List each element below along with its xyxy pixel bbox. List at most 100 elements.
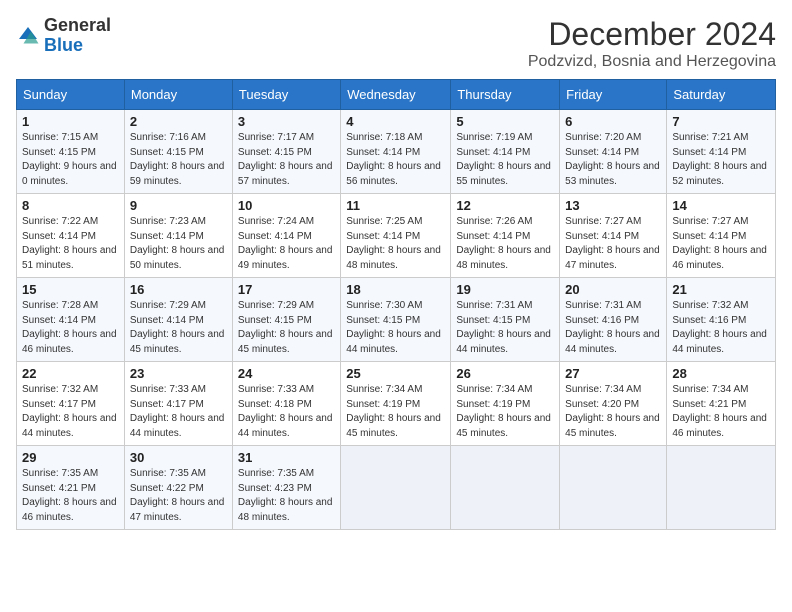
day-number: 11 (346, 198, 445, 213)
calendar-cell: 31 Sunrise: 7:35 AMSunset: 4:23 PMDayligh… (232, 446, 340, 530)
calendar-cell (451, 446, 560, 530)
calendar-week-row: 29Sunrise: 7:35 AMSunset: 4:21 PMDayligh… (17, 446, 776, 530)
calendar-cell: 26 Sunrise: 7:34 AMSunset: 4:19 PMDayligh… (451, 362, 560, 446)
calendar-cell: 3 Sunrise: 7:17 AMSunset: 4:15 PMDaylight… (232, 110, 340, 194)
day-number: 26 (456, 366, 554, 381)
day-number: 12 (456, 198, 554, 213)
day-info: Sunrise: 7:31 AMSunset: 4:15 PMDaylight:… (456, 299, 554, 357)
calendar-cell: 29Sunrise: 7:35 AMSunset: 4:21 PMDayligh… (17, 446, 125, 530)
calendar-cell: 9 Sunrise: 7:23 AMSunset: 4:14 PMDaylight… (124, 194, 232, 278)
day-number: 13 (565, 198, 661, 213)
day-number: 21 (672, 282, 770, 297)
weekday-header: Saturday (667, 80, 776, 110)
calendar-cell: 21 Sunrise: 7:32 AMSunset: 4:16 PMDayligh… (667, 278, 776, 362)
calendar-cell: 5Sunrise: 7:19 AMSunset: 4:14 PMDaylight… (451, 110, 560, 194)
day-number: 3 (238, 114, 335, 129)
calendar-cell (341, 446, 451, 530)
day-info: Sunrise: 7:29 AMSunset: 4:15 PMDaylight:… (238, 299, 335, 357)
calendar-table: SundayMondayTuesdayWednesdayThursdayFrid… (16, 79, 776, 530)
day-number: 30 (130, 450, 227, 465)
weekday-header: Thursday (451, 80, 560, 110)
day-number: 10 (238, 198, 335, 213)
day-info: Sunrise: 7:28 AMSunset: 4:14 PMDaylight:… (22, 299, 119, 357)
weekday-header: Monday (124, 80, 232, 110)
day-number: 22 (22, 366, 119, 381)
day-number: 23 (130, 366, 227, 381)
day-number: 18 (346, 282, 445, 297)
day-info: Sunrise: 7:35 AMSunset: 4:22 PMDaylight:… (130, 467, 227, 525)
calendar-cell: 22 Sunrise: 7:32 AMSunset: 4:17 PMDayligh… (17, 362, 125, 446)
calendar-cell: 17Sunrise: 7:29 AMSunset: 4:15 PMDayligh… (232, 278, 340, 362)
day-info: Sunrise: 7:26 AMSunset: 4:14 PMDaylight:… (456, 215, 554, 273)
day-info: Sunrise: 7:25 AMSunset: 4:14 PMDaylight:… (346, 215, 445, 273)
calendar-cell: 7 Sunrise: 7:21 AMSunset: 4:14 PMDaylight… (667, 110, 776, 194)
calendar-cell: 10 Sunrise: 7:24 AMSunset: 4:14 PMDayligh… (232, 194, 340, 278)
calendar-cell: 4Sunrise: 7:18 AMSunset: 4:14 PMDaylight… (341, 110, 451, 194)
day-info: Sunrise: 7:34 AMSunset: 4:20 PMDaylight:… (565, 383, 661, 441)
calendar-cell: 8Sunrise: 7:22 AMSunset: 4:14 PMDaylight… (17, 194, 125, 278)
day-number: 28 (672, 366, 770, 381)
calendar-cell (560, 446, 667, 530)
day-info: Sunrise: 7:18 AMSunset: 4:14 PMDaylight:… (346, 131, 445, 189)
weekday-header: Sunday (17, 80, 125, 110)
day-info: Sunrise: 7:32 AMSunset: 4:16 PMDaylight:… (672, 299, 770, 357)
day-number: 19 (456, 282, 554, 297)
calendar-week-row: 8Sunrise: 7:22 AMSunset: 4:14 PMDaylight… (17, 194, 776, 278)
calendar-cell: 12 Sunrise: 7:26 AMSunset: 4:14 PMDayligh… (451, 194, 560, 278)
calendar-cell: 16 Sunrise: 7:29 AMSunset: 4:14 PMDayligh… (124, 278, 232, 362)
day-info: Sunrise: 7:34 AMSunset: 4:21 PMDaylight:… (672, 383, 770, 441)
day-number: 16 (130, 282, 227, 297)
day-number: 20 (565, 282, 661, 297)
day-number: 1 (22, 114, 119, 129)
day-info: Sunrise: 7:35 AMSunset: 4:23 PMDaylight:… (238, 467, 335, 525)
day-info: Sunrise: 7:32 AMSunset: 4:17 PMDaylight:… (22, 383, 119, 441)
day-info: Sunrise: 7:19 AMSunset: 4:14 PMDaylight:… (456, 131, 554, 189)
calendar-cell: 30 Sunrise: 7:35 AMSunset: 4:22 PMDayligh… (124, 446, 232, 530)
weekday-header: Wednesday (341, 80, 451, 110)
day-info: Sunrise: 7:33 AMSunset: 4:18 PMDaylight:… (238, 383, 335, 441)
day-info: Sunrise: 7:33 AMSunset: 4:17 PMDaylight:… (130, 383, 227, 441)
logo-general: General Blue (44, 16, 111, 56)
day-info: Sunrise: 7:17 AMSunset: 4:15 PMDaylight:… (238, 131, 335, 189)
logo: General Blue (16, 16, 111, 56)
day-info: Sunrise: 7:27 AMSunset: 4:14 PMDaylight:… (565, 215, 661, 273)
calendar-cell: 2 Sunrise: 7:16 AMSunset: 4:15 PMDaylight… (124, 110, 232, 194)
calendar-cell: 23 Sunrise: 7:33 AMSunset: 4:17 PMDayligh… (124, 362, 232, 446)
day-info: Sunrise: 7:29 AMSunset: 4:14 PMDaylight:… (130, 299, 227, 357)
calendar-cell: 15 Sunrise: 7:28 AMSunset: 4:14 PMDayligh… (17, 278, 125, 362)
day-number: 2 (130, 114, 227, 129)
calendar-cell: 28 Sunrise: 7:34 AMSunset: 4:21 PMDayligh… (667, 362, 776, 446)
day-number: 7 (672, 114, 770, 129)
month-title: December 2024 (528, 16, 776, 53)
day-info: Sunrise: 7:24 AMSunset: 4:14 PMDaylight:… (238, 215, 335, 273)
calendar-week-row: 22 Sunrise: 7:32 AMSunset: 4:17 PMDayligh… (17, 362, 776, 446)
calendar-cell: 27 Sunrise: 7:34 AMSunset: 4:20 PMDayligh… (560, 362, 667, 446)
calendar-week-row: 1Sunrise: 7:15 AMSunset: 4:15 PMDaylight… (17, 110, 776, 194)
day-number: 14 (672, 198, 770, 213)
day-info: Sunrise: 7:34 AMSunset: 4:19 PMDaylight:… (456, 383, 554, 441)
logo-icon (16, 24, 40, 48)
calendar-cell: 14Sunrise: 7:27 AMSunset: 4:14 PMDayligh… (667, 194, 776, 278)
calendar-cell: 13 Sunrise: 7:27 AMSunset: 4:14 PMDayligh… (560, 194, 667, 278)
day-number: 15 (22, 282, 119, 297)
day-info: Sunrise: 7:35 AMSunset: 4:21 PMDaylight:… (22, 467, 119, 525)
day-number: 9 (130, 198, 227, 213)
calendar-cell: 6 Sunrise: 7:20 AMSunset: 4:14 PMDaylight… (560, 110, 667, 194)
day-number: 25 (346, 366, 445, 381)
weekday-header: Tuesday (232, 80, 340, 110)
day-number: 27 (565, 366, 661, 381)
day-info: Sunrise: 7:21 AMSunset: 4:14 PMDaylight:… (672, 131, 770, 189)
title-block: December 2024 Podzvizd, Bosnia and Herze… (528, 16, 776, 71)
day-info: Sunrise: 7:16 AMSunset: 4:15 PMDaylight:… (130, 131, 227, 189)
day-info: Sunrise: 7:20 AMSunset: 4:14 PMDaylight:… (565, 131, 661, 189)
day-number: 6 (565, 114, 661, 129)
calendar-cell: 19 Sunrise: 7:31 AMSunset: 4:15 PMDayligh… (451, 278, 560, 362)
calendar-cell: 18Sunrise: 7:30 AMSunset: 4:15 PMDayligh… (341, 278, 451, 362)
day-number: 31 (238, 450, 335, 465)
calendar-header: SundayMondayTuesdayWednesdayThursdayFrid… (17, 80, 776, 110)
calendar-week-row: 15 Sunrise: 7:28 AMSunset: 4:14 PMDayligh… (17, 278, 776, 362)
calendar-cell: 1Sunrise: 7:15 AMSunset: 4:15 PMDaylight… (17, 110, 125, 194)
day-number: 24 (238, 366, 335, 381)
day-info: Sunrise: 7:23 AMSunset: 4:14 PMDaylight:… (130, 215, 227, 273)
calendar-cell: 24 Sunrise: 7:33 AMSunset: 4:18 PMDayligh… (232, 362, 340, 446)
